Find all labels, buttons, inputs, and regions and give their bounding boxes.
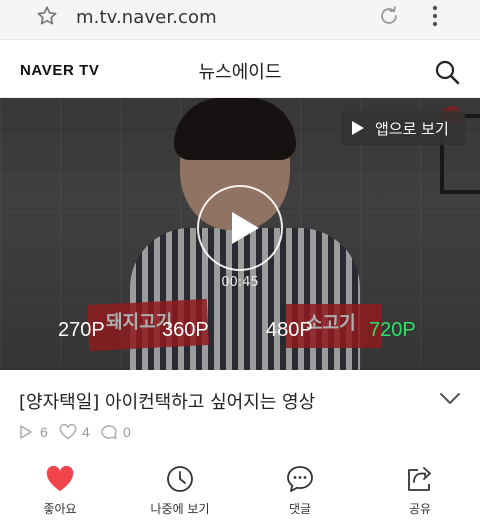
comment-count-icon: [101, 425, 118, 439]
url-text[interactable]: m.tv.naver.com: [76, 7, 217, 28]
comment-count: 0: [123, 424, 131, 440]
quality-option-270p[interactable]: 270P: [58, 319, 105, 342]
action-bar: 좋아요 나중에 보기 댓글 공유: [0, 458, 480, 524]
watch-later-label: 나중에 보기: [150, 502, 210, 516]
heart-icon: [46, 465, 74, 491]
comment-button[interactable]: 댓글: [240, 458, 360, 524]
share-label: 공유: [408, 502, 432, 516]
like-count-icon: [59, 424, 77, 440]
more-vertical-icon[interactable]: [431, 5, 439, 27]
page-title: 뉴스에이드: [198, 62, 282, 83]
open-in-app-label: 앱으로 보기: [375, 120, 449, 138]
play-count-icon: [20, 425, 32, 439]
comment-icon: [287, 466, 313, 492]
view-count: 6: [40, 424, 48, 440]
open-in-app-button[interactable]: 앱으로 보기: [341, 111, 465, 145]
browser-url-bar: m.tv.naver.com: [0, 0, 480, 40]
like-count: 4: [82, 424, 90, 440]
quality-option-720p[interactable]: 720P: [369, 319, 416, 342]
quality-option-480p[interactable]: 480P: [266, 319, 313, 342]
clock-icon: [167, 466, 193, 492]
reload-icon[interactable]: [377, 4, 401, 28]
play-icon: [232, 212, 259, 244]
play-button[interactable]: [197, 185, 283, 271]
watch-later-button[interactable]: 나중에 보기: [120, 458, 240, 524]
naver-play-icon: [352, 121, 364, 135]
search-icon[interactable]: [434, 59, 460, 85]
quality-option-360p[interactable]: 360P: [162, 319, 209, 342]
video-duration: 00:45: [221, 275, 259, 290]
chevron-down-icon[interactable]: [439, 392, 461, 406]
like-label: 좋아요: [43, 502, 77, 516]
comment-label: 댓글: [288, 502, 312, 516]
share-icon: [408, 467, 431, 491]
app-header: NAVER TV 뉴스에이드: [0, 40, 480, 98]
video-player[interactable]: 돼지고기 소고기 앱으로 보기 00:45 270P 360P 480P 720…: [0, 98, 480, 370]
share-button[interactable]: 공유: [360, 458, 480, 524]
star-icon[interactable]: [36, 5, 58, 27]
like-button[interactable]: 좋아요: [0, 458, 120, 524]
video-title: [양자택일] 아이컨택하고 싶어지는 영상: [19, 392, 316, 413]
